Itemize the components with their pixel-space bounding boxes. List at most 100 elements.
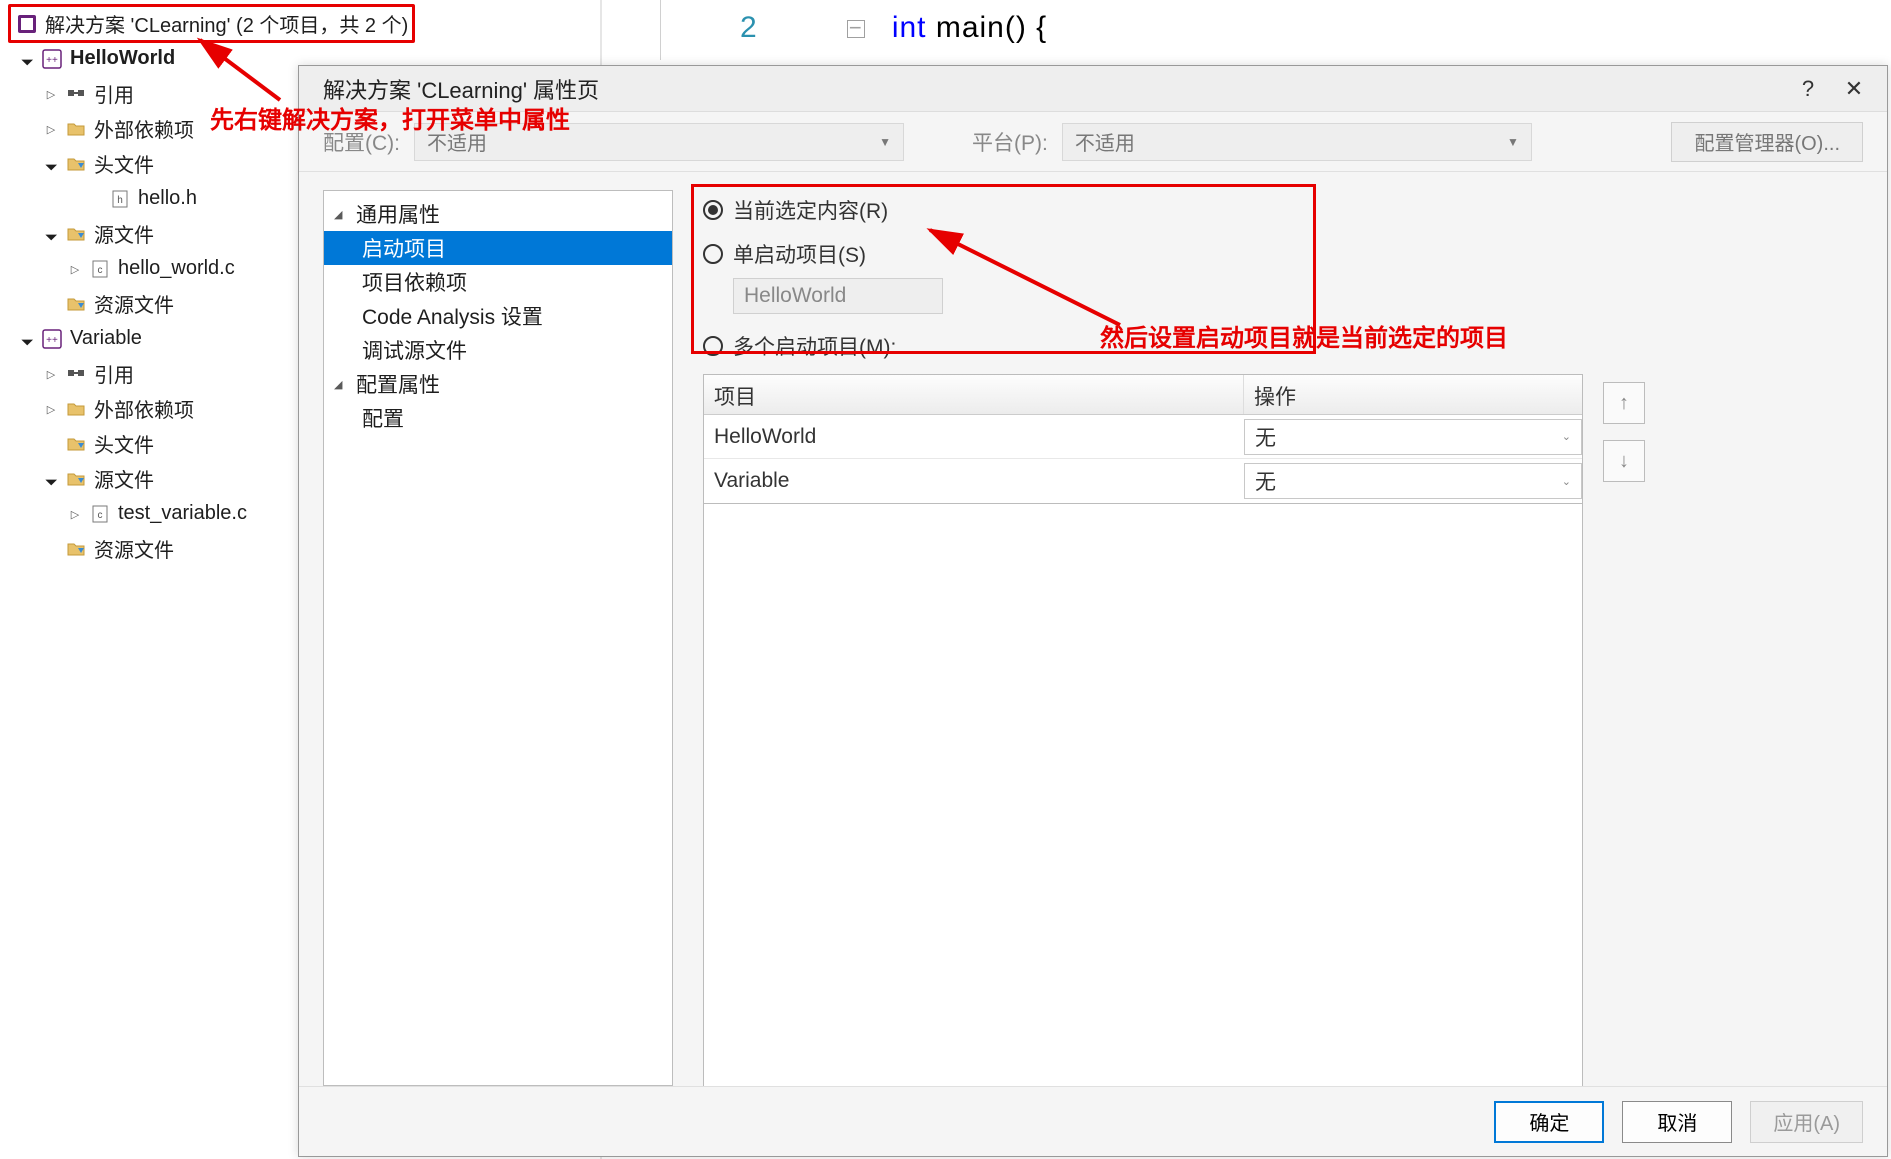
- folder-filter-icon: [64, 154, 88, 174]
- arrow-down-icon: ↓: [1619, 450, 1629, 473]
- nav-label: 项目依赖项: [362, 267, 467, 297]
- nav-item-config[interactable]: 配置: [324, 401, 672, 435]
- cell-project: HelloWorld: [704, 425, 1244, 449]
- arrow-up-icon: ↑: [1619, 392, 1629, 415]
- cell-action-combo[interactable]: 无⌄: [1244, 419, 1582, 455]
- platform-value: 不适用: [1075, 127, 1135, 156]
- expander-icon[interactable]: [42, 157, 60, 171]
- project-icon: ++: [40, 49, 64, 69]
- nav-group-common[interactable]: ◢ 通用属性: [324, 197, 672, 231]
- chevron-down-icon: ▼: [879, 135, 891, 149]
- file-label: hello_world.c: [118, 257, 235, 280]
- svg-text:++: ++: [46, 335, 58, 346]
- cell-action-value: 无: [1255, 466, 1276, 496]
- nav-label: 配置属性: [356, 369, 440, 399]
- folder-filter-icon: [64, 224, 88, 244]
- folder-filter-icon: [64, 434, 88, 454]
- solution-row[interactable]: 解决方案 'CLearning' (2 个项目，共 2 个): [0, 6, 600, 41]
- nav-item-project-deps[interactable]: 项目依赖项: [324, 265, 672, 299]
- c-file-icon: c: [88, 259, 112, 279]
- reference-icon: [64, 364, 88, 384]
- apply-label: 应用(A): [1773, 1113, 1840, 1135]
- expander-icon[interactable]: [42, 122, 60, 136]
- fold-minus-icon[interactable]: −: [847, 20, 865, 38]
- keyword: int: [892, 11, 927, 44]
- single-startup-value: HelloWorld: [744, 284, 846, 308]
- apply-button: 应用(A): [1750, 1101, 1863, 1143]
- nav-item-debug-source[interactable]: 调试源文件: [324, 333, 672, 367]
- folder-icon: [64, 399, 88, 419]
- nav-group-config[interactable]: ◢ 配置属性: [324, 367, 672, 401]
- help-button[interactable]: ?: [1785, 66, 1831, 112]
- folder-filter-icon: [64, 469, 88, 489]
- config-manager-button[interactable]: 配置管理器(O)...: [1671, 122, 1863, 162]
- move-down-button[interactable]: ↓: [1603, 440, 1645, 482]
- radio-current-selection[interactable]: 当前选定内容(R): [703, 190, 1863, 230]
- vertical-divider-2: [660, 0, 661, 60]
- radio-label: 多个启动项目(M):: [733, 331, 896, 361]
- expander-icon[interactable]: [42, 472, 60, 486]
- nav-label: 通用属性: [356, 199, 440, 229]
- radio-label: 单启动项目(S): [733, 239, 866, 269]
- node-label: 引用: [94, 359, 134, 388]
- expander-icon[interactable]: ◢: [334, 378, 350, 391]
- code-rest: main() {: [927, 11, 1048, 44]
- node-label: 资源文件: [94, 534, 174, 563]
- line-number: 2: [740, 11, 758, 44]
- expander-icon[interactable]: ◢: [334, 208, 350, 221]
- folder-filter-icon: [64, 294, 88, 314]
- startup-projects-grid: 项目 操作 HelloWorld 无⌄ Variable 无⌄: [703, 374, 1583, 504]
- project-name: Variable: [70, 327, 142, 350]
- close-icon: ✕: [1845, 76, 1863, 102]
- radio-icon: [703, 200, 723, 220]
- single-startup-combo[interactable]: HelloWorld: [733, 278, 943, 314]
- cancel-label: 取消: [1657, 1113, 1697, 1135]
- folder-icon: [64, 119, 88, 139]
- cell-project: Variable: [704, 469, 1244, 493]
- node-label: 外部依赖项: [94, 114, 194, 143]
- node-label: 源文件: [94, 219, 154, 248]
- chevron-down-icon: ▼: [1507, 135, 1519, 149]
- expander-icon[interactable]: [42, 367, 60, 381]
- chevron-down-icon: ⌄: [1562, 475, 1571, 488]
- close-button[interactable]: ✕: [1831, 66, 1877, 112]
- radio-single-startup[interactable]: 单启动项目(S): [703, 234, 1863, 274]
- col-action: 操作: [1244, 375, 1582, 414]
- expander-icon[interactable]: [42, 402, 60, 416]
- node-label: 源文件: [94, 464, 154, 493]
- solution-icon: [15, 14, 39, 34]
- radio-icon: [703, 244, 723, 264]
- expander-icon[interactable]: [18, 332, 36, 346]
- grid-header: 项目 操作: [704, 375, 1582, 415]
- platform-combo[interactable]: 不适用 ▼: [1062, 123, 1532, 161]
- node-label: 引用: [94, 79, 134, 108]
- dialog-footer: 确定 取消 应用(A): [299, 1086, 1887, 1156]
- property-pages-dialog: 解决方案 'CLearning' 属性页 ? ✕ 配置(C): 不适用 ▼ 平台…: [298, 65, 1888, 1157]
- move-up-button[interactable]: ↑: [1603, 382, 1645, 424]
- nav-label: 配置: [362, 403, 404, 433]
- nav-item-startup-project[interactable]: 启动项目: [324, 231, 672, 265]
- svg-text:c: c: [98, 510, 103, 521]
- node-label: 资源文件: [94, 289, 174, 318]
- node-label: 头文件: [94, 149, 154, 178]
- ok-button[interactable]: 确定: [1494, 1101, 1604, 1143]
- cancel-button[interactable]: 取消: [1622, 1101, 1732, 1143]
- nav-label: 启动项目: [362, 233, 446, 263]
- svg-text:h: h: [117, 195, 123, 206]
- platform-label: 平台(P):: [972, 127, 1048, 157]
- radio-label: 当前选定内容(R): [733, 195, 888, 225]
- node-label: 外部依赖项: [94, 394, 194, 423]
- file-label: hello.h: [138, 187, 197, 210]
- c-file-icon: c: [88, 504, 112, 524]
- expander-icon[interactable]: [66, 507, 84, 521]
- grid-row[interactable]: HelloWorld 无⌄: [704, 415, 1582, 459]
- expander-icon[interactable]: [42, 227, 60, 241]
- grid-row[interactable]: Variable 无⌄: [704, 459, 1582, 503]
- expander-icon[interactable]: [18, 52, 36, 66]
- expander-icon[interactable]: [42, 87, 60, 101]
- h-file-icon: h: [108, 189, 132, 209]
- nav-item-code-analysis[interactable]: Code Analysis 设置: [324, 299, 672, 333]
- cell-action-combo[interactable]: 无⌄: [1244, 463, 1582, 499]
- node-label: 头文件: [94, 429, 154, 458]
- expander-icon[interactable]: [66, 262, 84, 276]
